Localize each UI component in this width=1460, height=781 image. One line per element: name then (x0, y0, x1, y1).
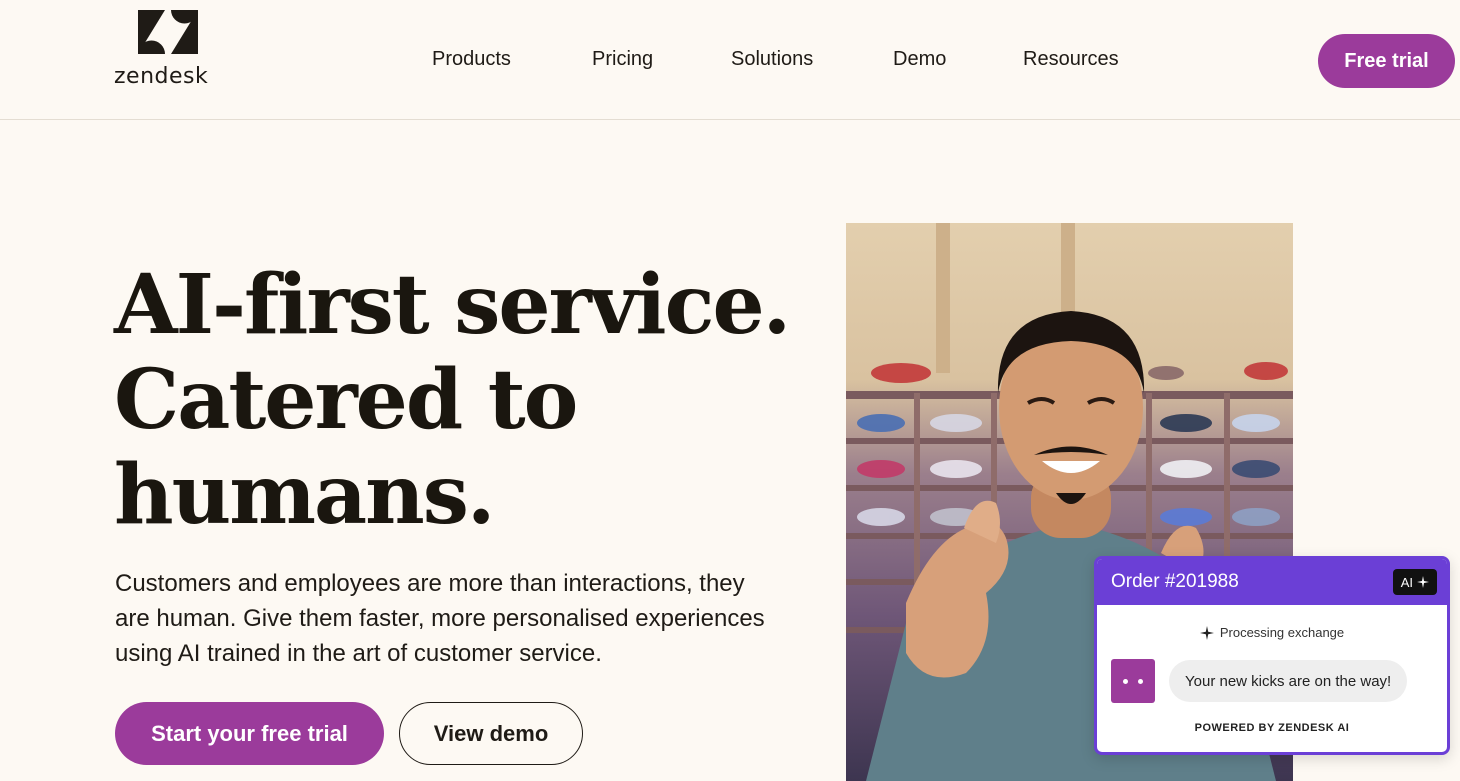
chat-message-bubble: Your new kicks are on the way! (1169, 660, 1408, 702)
processing-status: Processing exchange (1097, 625, 1447, 640)
nav-pricing[interactable]: Pricing (592, 48, 653, 71)
top-navigation: zendesk Products Pricing Solutions Demo … (0, 0, 1460, 120)
brand-name: zendesk (114, 64, 209, 89)
order-status-card: Order #201988 AI Processing exchange You… (1094, 556, 1450, 755)
ai-badge: AI (1392, 569, 1437, 595)
processing-label: Processing exchange (1219, 625, 1345, 640)
order-card-header: Order #201988 AI (1097, 559, 1447, 605)
nav-resources[interactable]: Resources (1023, 48, 1119, 71)
sparkle-icon (1199, 625, 1214, 640)
nav-products[interactable]: Products (432, 48, 511, 71)
headline-line-1: AI-first service. (114, 257, 791, 353)
zendesk-logo[interactable]: zendesk (114, 10, 224, 90)
order-number: Order #201988 (1111, 571, 1239, 592)
free-trial-button[interactable]: Free trial (1318, 34, 1455, 88)
start-free-trial-button[interactable]: Start your free trial (115, 702, 384, 765)
hero-headline: AI-first service. Catered to humans. (114, 258, 814, 543)
headline-line-2: Catered to (114, 352, 578, 448)
bot-face-icon (1111, 659, 1155, 703)
view-demo-button[interactable]: View demo (399, 702, 583, 765)
powered-by-label: POWERED BY ZENDESK AI (1194, 722, 1350, 734)
hero-subcopy: Customers and employees are more than in… (115, 570, 765, 667)
sparkle-icon (1417, 576, 1429, 588)
ai-badge-label: AI (1400, 574, 1413, 590)
zendesk-logo-icon (138, 10, 198, 54)
nav-solutions[interactable]: Solutions (731, 48, 813, 71)
headline-line-3: humans. (114, 447, 495, 543)
nav-demo[interactable]: Demo (893, 48, 946, 71)
